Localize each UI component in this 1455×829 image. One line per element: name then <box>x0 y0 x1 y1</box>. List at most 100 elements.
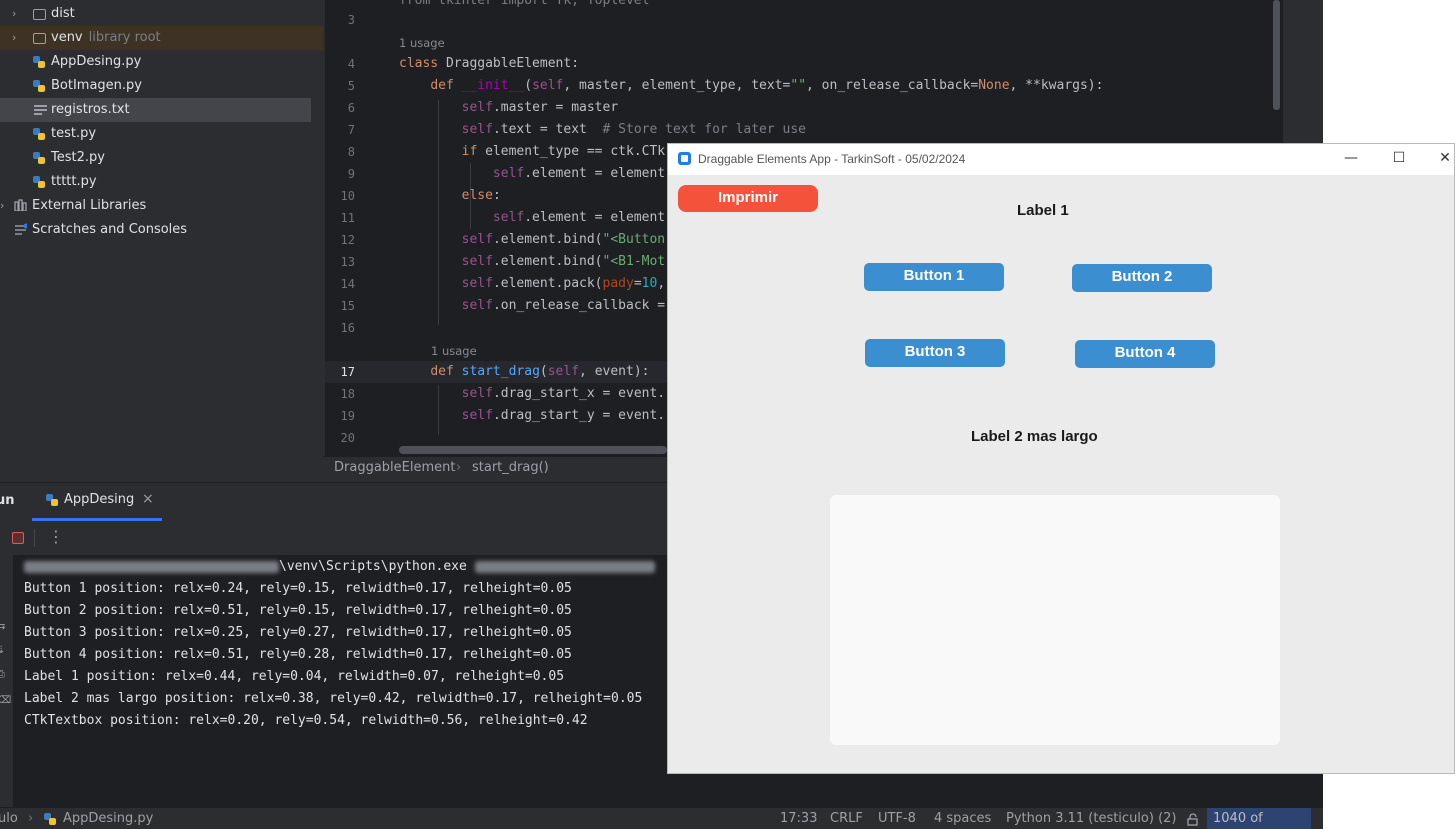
code-line: if element_type == ctk.CTk <box>461 144 666 159</box>
label-2[interactable]: Label 2 mas largo <box>971 428 1098 445</box>
line-separator[interactable]: CRLF <box>830 808 863 829</box>
app-titlebar[interactable]: Draggable Elements App - TarkinSoft - 05… <box>668 144 1454 175</box>
run-tool-window-label[interactable]: un <box>0 493 15 508</box>
expand-arrow-icon[interactable]: › <box>12 2 16 26</box>
line-number: 18 <box>340 387 355 401</box>
status-crumb-project[interactable]: ulo <box>0 808 18 829</box>
tree-item-ttttt[interactable]: ttttt.py <box>0 170 323 194</box>
more-options-icon[interactable]: ⋮ <box>48 527 64 546</box>
tree-item-venv[interactable]: › venv library root <box>0 26 323 50</box>
ctk-textbox[interactable] <box>830 495 1280 745</box>
app-window: Draggable Elements App - TarkinSoft - 05… <box>667 143 1455 774</box>
console-line: Label 1 position: relx=0.44, rely=0.04, … <box>24 669 565 684</box>
print-icon[interactable]: ⎙ <box>0 669 5 680</box>
tab-appdesing[interactable]: AppDesing × <box>32 483 162 521</box>
code-line: class DraggableElement: <box>399 56 580 71</box>
file-encoding[interactable]: UTF-8 <box>878 808 916 829</box>
status-crumb-file[interactable]: AppDesing.py <box>63 808 153 829</box>
button-2[interactable]: Button 2 <box>1072 264 1212 292</box>
tree-item-registros[interactable]: registros.txt <box>0 98 311 122</box>
stop-button[interactable] <box>12 532 24 544</box>
soft-wrap-icon[interactable]: ⇆ <box>0 621 5 632</box>
python-file-icon <box>44 813 57 825</box>
python-file-icon <box>33 128 46 140</box>
tree-item-label: BotImagen.py <box>51 78 142 93</box>
code-line: self.master = master <box>461 100 619 115</box>
memory-label: 1040 of 2042M <box>1213 811 1263 826</box>
line-number: 9 <box>347 167 355 181</box>
scroll-to-end-icon[interactable]: ⇣ <box>0 645 5 656</box>
breadcrumb-method[interactable]: start_drag() <box>472 457 549 479</box>
console-command-path: \venv\Scripts\python.exe <box>279 559 467 574</box>
python-interpreter[interactable]: Python 3.11 (testiculo) (2) <box>1006 808 1177 829</box>
scratches-icon <box>15 223 27 235</box>
library-icon <box>14 199 27 211</box>
caret-position[interactable]: 17:33 <box>780 808 817 829</box>
code-line: self.text = text # Store text for later … <box>461 122 807 137</box>
usage-hint[interactable]: 1 usage <box>399 36 445 50</box>
line-number: 15 <box>340 299 355 313</box>
tree-item-label: dist <box>51 6 75 21</box>
line-number: 10 <box>340 189 355 203</box>
expand-arrow-icon[interactable]: › <box>0 194 4 218</box>
indent-setting[interactable]: 4 spaces <box>934 808 991 829</box>
line-number: 12 <box>340 233 355 247</box>
code-line: def start_drag(self, event): <box>430 364 650 379</box>
vertical-scrollbar[interactable] <box>1273 0 1280 110</box>
horizontal-scrollbar[interactable] <box>399 446 667 454</box>
line-number-active: 17 <box>340 365 355 379</box>
app-icon <box>678 152 691 165</box>
folder-icon <box>33 9 46 20</box>
button-1[interactable]: Button 1 <box>864 263 1004 291</box>
memory-indicator[interactable]: 1040 of 2042M <box>1207 808 1311 829</box>
lock-icon[interactable] <box>1186 813 1200 826</box>
tree-item-label: External Libraries <box>32 198 147 213</box>
label-1[interactable]: Label 1 <box>1017 202 1069 219</box>
code-line: self.element = element <box>492 210 666 225</box>
tree-item-dist[interactable]: › dist <box>0 2 323 26</box>
code-line: self.drag_start_y = event. <box>461 408 666 423</box>
close-icon[interactable]: ✕ <box>1422 144 1454 175</box>
line-number: 7 <box>347 123 355 137</box>
line-number: 4 <box>347 57 355 71</box>
button-3[interactable]: Button 3 <box>865 339 1005 367</box>
code-line: self.element = element <box>492 166 666 181</box>
clear-icon[interactable]: ⌫ <box>0 695 11 706</box>
console-side-toolbar: ⇆ ⇣ ⎙ ⌫ <box>0 555 13 808</box>
imprimir-button[interactable]: Imprimir <box>678 185 818 212</box>
app-title: Draggable Elements App - TarkinSoft - 05… <box>698 152 966 166</box>
tree-item-label: registros.txt <box>51 102 130 117</box>
minimize-icon[interactable]: — <box>1328 144 1374 175</box>
line-number: 3 <box>347 13 355 27</box>
tree-item-external-libraries[interactable]: › External Libraries <box>0 194 323 218</box>
tree-item-appdesing[interactable]: AppDesing.py <box>0 50 323 74</box>
tree-item-scratches[interactable]: Scratches and Consoles <box>0 218 323 242</box>
tree-item-test2[interactable]: Test2.py <box>0 146 323 170</box>
maximize-icon[interactable]: ☐ <box>1376 144 1422 175</box>
tree-item-label: venv <box>51 30 83 45</box>
library-root-hint: library root <box>88 30 161 45</box>
tree-item-botimagen[interactable]: BotImagen.py <box>0 74 323 98</box>
status-bar: ulo › AppDesing.py 17:33 CRLF UTF-8 4 sp… <box>0 807 1323 829</box>
line-number: 19 <box>340 409 355 423</box>
line-number: 14 <box>340 277 355 291</box>
python-file-icon <box>33 176 46 188</box>
close-icon[interactable]: × <box>142 491 154 507</box>
tree-item-label: Test2.py <box>51 150 105 165</box>
tree-item-label: ttttt.py <box>51 174 97 189</box>
tree-item-test[interactable]: test.py <box>0 122 323 146</box>
python-file-icon <box>33 56 46 68</box>
code-line: self.drag_start_x = event. <box>461 386 666 401</box>
project-tree: › dist › venv library root AppDesing.py B… <box>0 0 323 480</box>
code-line: def __init__(self, master, element_type,… <box>430 78 1104 93</box>
redacted-path <box>474 560 655 573</box>
button-4[interactable]: Button 4 <box>1075 340 1215 368</box>
line-number: 8 <box>347 145 355 159</box>
breadcrumb-class[interactable]: DraggableElement <box>334 457 455 479</box>
usage-hint[interactable]: 1 usage <box>431 344 477 358</box>
breadcrumb-separator-icon: › <box>456 460 462 475</box>
line-number: 5 <box>347 79 355 93</box>
code-line: self.element.pack(pady=10, <box>461 276 666 291</box>
code-line: else: <box>461 188 501 203</box>
expand-arrow-icon[interactable]: › <box>12 26 16 50</box>
